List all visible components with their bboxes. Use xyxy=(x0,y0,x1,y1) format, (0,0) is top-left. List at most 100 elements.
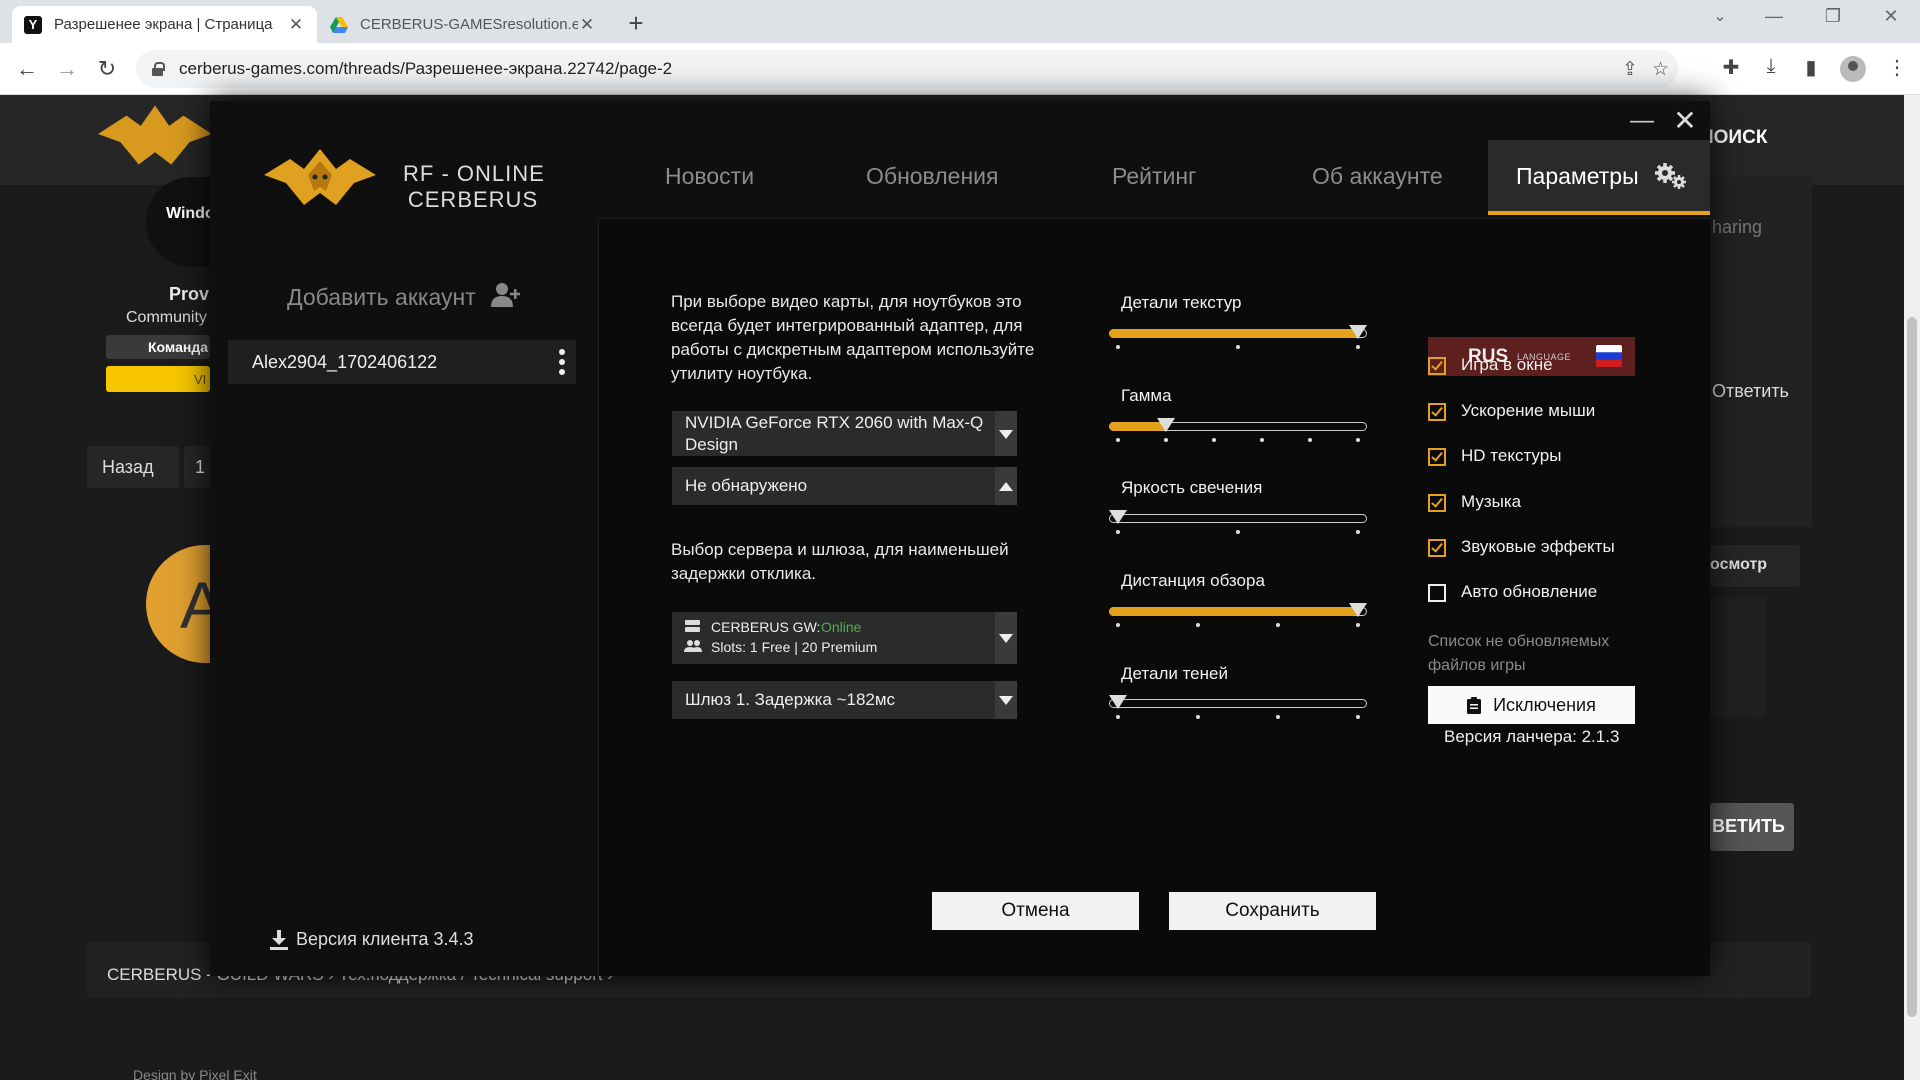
client-version: Версия клиента 3.4.3 xyxy=(296,929,474,949)
option-music-label[interactable]: Музыка xyxy=(1461,492,1521,512)
server-select[interactable]: CERBERUS GW: Online Slots: 1 Free | 20 P… xyxy=(672,612,1017,664)
shadow-detail-slider[interactable] xyxy=(1109,694,1367,719)
slider-step-dot xyxy=(1356,345,1360,349)
slider-handle[interactable] xyxy=(1349,325,1367,339)
tab-rating[interactable]: Рейтинг xyxy=(1112,163,1196,190)
option-checkbox[interactable] xyxy=(1428,539,1446,557)
reload-icon[interactable]: ↻ xyxy=(94,56,120,82)
screen: Y Разрешенее экрана | Страница ✕ CERBERU… xyxy=(0,0,1920,1080)
slider-track[interactable] xyxy=(1109,514,1367,523)
browser-tab-active[interactable]: Y Разрешенее экрана | Страница ✕ xyxy=(12,6,317,43)
slider-handle[interactable] xyxy=(1109,510,1127,524)
option-checkbox[interactable] xyxy=(1428,448,1446,466)
option-hd-textures-label[interactable]: HD текстуры xyxy=(1461,446,1561,466)
add-user-icon[interactable] xyxy=(490,281,522,309)
browser-toolbar: ← → ↻ cerberus-games.com/threads/Разреше… xyxy=(0,43,1920,95)
back-page-label: Назад xyxy=(102,457,154,477)
team-badge-text: Команда xyxy=(148,339,208,355)
lock-icon[interactable] xyxy=(152,62,165,76)
editor-area[interactable] xyxy=(1710,597,1766,717)
scrollbar-thumb[interactable] xyxy=(1907,317,1917,1017)
browser-menu-icon[interactable]: ⋮ xyxy=(1884,55,1910,80)
maximize-button[interactable]: ❐ xyxy=(1818,6,1848,27)
tab-updates[interactable]: Обновления xyxy=(866,163,998,190)
option-checkbox[interactable] xyxy=(1428,584,1446,602)
slider-step-dot xyxy=(1116,530,1120,534)
glow-brightness-slider[interactable] xyxy=(1109,509,1367,534)
gears-icon[interactable] xyxy=(1653,161,1689,191)
url-text[interactable]: cerberus-games.com/threads/Разрешенее-эк… xyxy=(179,59,672,79)
slider-label: Детали теней xyxy=(1121,664,1228,683)
profile-avatar[interactable] xyxy=(1840,56,1866,82)
back-icon[interactable]: ← xyxy=(14,56,40,82)
slider-handle[interactable] xyxy=(1157,418,1175,432)
side-panel-icon[interactable]: ▮ xyxy=(1798,55,1824,80)
new-tab-button[interactable]: + xyxy=(622,8,650,39)
gpu-select-secondary[interactable]: Не обнаружено xyxy=(672,467,1017,505)
tab-close-icon[interactable]: ✕ xyxy=(578,15,596,35)
gateway-select[interactable]: Шлюз 1. Задержка ~182мс xyxy=(672,681,1017,719)
exclusions-button[interactable]: Исключения xyxy=(1428,686,1635,724)
yandex-favicon-icon: Y xyxy=(24,15,42,34)
option-auto-update-label[interactable]: Авто обновление xyxy=(1461,582,1597,602)
save-button[interactable]: Сохранить xyxy=(1169,892,1376,930)
chevron-down-icon[interactable] xyxy=(995,681,1017,719)
cancel-button[interactable]: Отмена xyxy=(932,892,1139,930)
gpu-select[interactable]: NVIDIA GeForce RTX 2060 with Max-Q Desig… xyxy=(672,411,1017,456)
slider-step-dot xyxy=(1116,345,1120,349)
page-scrollbar[interactable] xyxy=(1904,95,1920,1080)
forum-reply-link[interactable]: Ответить xyxy=(1712,381,1789,402)
tab-news[interactable]: Новости xyxy=(665,163,754,190)
option-checkbox[interactable] xyxy=(1428,494,1446,512)
windows-badge-text: Windo xyxy=(166,205,215,222)
gpu-note: При выборе видео карты, для ноутбуков эт… xyxy=(671,292,1035,383)
tab-close-icon[interactable]: ✕ xyxy=(287,15,305,35)
texture-detail-slider[interactable] xyxy=(1109,324,1367,349)
gamma-slider[interactable] xyxy=(1109,417,1367,442)
forum-search-link[interactable]: ПОИСК xyxy=(1700,127,1767,149)
slider-step-dot xyxy=(1164,438,1168,442)
forward-icon[interactable]: → xyxy=(54,56,80,82)
chevron-down-icon[interactable] xyxy=(995,612,1017,664)
tab-search-icon[interactable]: ⌄ xyxy=(1705,6,1735,26)
slider-track[interactable] xyxy=(1109,699,1367,708)
launcher-minimize-button[interactable]: — xyxy=(1630,109,1654,135)
slider-label: Детали текстур xyxy=(1121,293,1242,312)
minimize-button[interactable]: — xyxy=(1759,6,1789,27)
view-distance-slider[interactable] xyxy=(1109,602,1367,627)
more-vertical-icon[interactable] xyxy=(559,348,565,376)
browser-tab[interactable]: CERBERUS-GAMESresolution.exe ✕ xyxy=(318,6,608,43)
vip-badge-text: VI xyxy=(194,372,207,387)
exclusions-button-label: Исключения xyxy=(1493,694,1596,715)
chevron-up-icon[interactable] xyxy=(995,467,1017,505)
add-account-label[interactable]: Добавить аккаунт xyxy=(287,284,476,311)
option-checkbox[interactable] xyxy=(1428,403,1446,421)
checkmark-icon xyxy=(1431,449,1443,462)
server-icon xyxy=(685,620,700,632)
address-bar[interactable]: cerberus-games.com/threads/Разрешенее-эк… xyxy=(136,50,1678,88)
slider-step-dot xyxy=(1356,623,1360,627)
account-item[interactable]: Alex2904_1702406122 xyxy=(228,340,576,384)
close-window-button[interactable]: ✕ xyxy=(1876,6,1906,27)
launcher-window: — ✕ RF - ONLINE CERBERUS Новости Обновле… xyxy=(210,101,1710,976)
bookmark-star-icon[interactable]: ☆ xyxy=(1652,58,1669,81)
users-icon xyxy=(684,640,702,652)
option-windowed-label[interactable]: Игра в окне xyxy=(1461,355,1553,375)
checkmark-icon xyxy=(1431,358,1443,371)
launcher-close-button[interactable]: ✕ xyxy=(1672,107,1698,135)
option-checkbox[interactable] xyxy=(1428,357,1446,375)
chevron-down-icon[interactable] xyxy=(995,411,1017,456)
extensions-icon[interactable]: ✚ xyxy=(1718,55,1744,80)
share-icon[interactable]: ⇪ xyxy=(1622,58,1638,81)
option-mouse-accel-label[interactable]: Ускорение мыши xyxy=(1461,401,1595,421)
gateway-select-value: Шлюз 1. Задержка ~182мс xyxy=(685,690,896,709)
forum-username[interactable]: Prov xyxy=(169,284,209,305)
download-icon[interactable]: ⤓ xyxy=(1758,55,1784,78)
option-sound-fx-label[interactable]: Звуковые эффекты xyxy=(1461,537,1615,557)
slider-handle[interactable] xyxy=(1349,603,1367,617)
cerberus-logo-icon xyxy=(264,149,376,205)
browser-tab-bar: Y Разрешенее экрана | Страница ✕ CERBERU… xyxy=(0,0,1920,43)
tab-settings[interactable]: Параметры xyxy=(1516,163,1639,190)
tab-account[interactable]: Об аккаунте xyxy=(1312,163,1443,190)
slider-handle[interactable] xyxy=(1109,695,1127,709)
